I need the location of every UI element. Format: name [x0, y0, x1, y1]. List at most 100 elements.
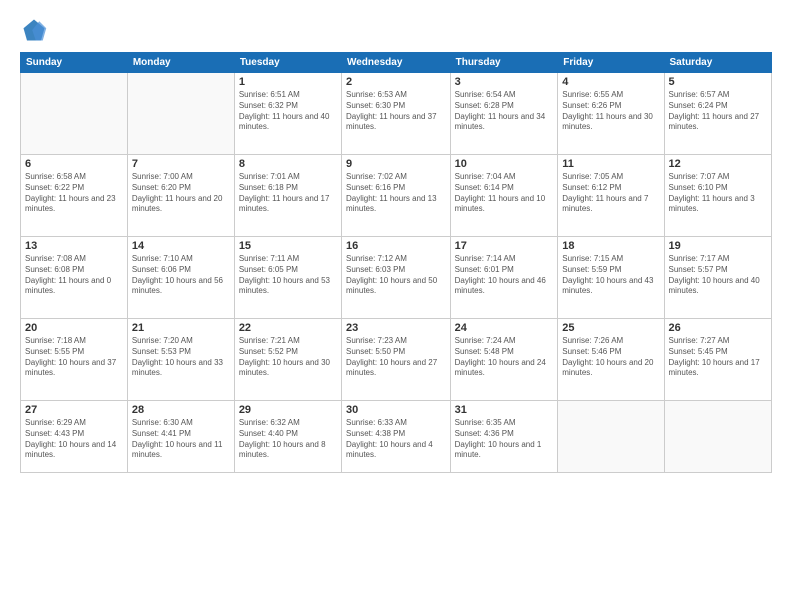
calendar-cell: 21Sunrise: 7:20 AM Sunset: 5:53 PM Dayli… — [127, 319, 234, 401]
weekday-header-wednesday: Wednesday — [341, 53, 450, 73]
day-info: Sunrise: 7:27 AM Sunset: 5:45 PM Dayligh… — [669, 336, 767, 379]
day-number: 26 — [669, 322, 767, 334]
day-number: 28 — [132, 404, 230, 416]
day-number: 12 — [669, 158, 767, 170]
day-info: Sunrise: 7:10 AM Sunset: 6:06 PM Dayligh… — [132, 254, 230, 297]
day-info: Sunrise: 6:33 AM Sunset: 4:38 PM Dayligh… — [346, 418, 446, 461]
calendar-cell: 15 Sunrise: 7:11 AM Sunset: 6:05 PM Dayli… — [234, 237, 341, 319]
day-info: Sunrise: 6:57 AM Sunset: 6:24 PM Dayligh… — [669, 90, 767, 133]
calendar-cell: 6 Sunrise: 6:58 AM Sunset: 6:22 PM Daylig… — [21, 155, 128, 237]
day-number: 17 — [455, 240, 554, 252]
day-number: 4 — [562, 76, 659, 88]
day-info: Sunrise: 6:30 AM Sunset: 4:41 PM Dayligh… — [132, 418, 230, 461]
day-number: 19 — [669, 240, 767, 252]
day-number: 2 — [346, 76, 446, 88]
day-info: Sunrise: 7:21 AM Sunset: 5:52 PM Dayligh… — [239, 336, 337, 379]
logo-icon — [20, 16, 48, 44]
weekday-header-monday: Monday — [127, 53, 234, 73]
calendar-cell: 30 Sunrise: 6:33 AM Sunset: 4:38 PM Dayli… — [341, 401, 450, 473]
day-info: Sunrise: 7:05 AM Sunset: 6:12 PM Dayligh… — [562, 172, 659, 215]
day-info: Sunrise: 7:17 AM Sunset: 5:57 PM Dayligh… — [669, 254, 767, 297]
day-info: Sunrise: 6:35 AM Sunset: 4:36 PM Dayligh… — [455, 418, 554, 461]
calendar-cell: 3Sunrise: 6:54 AM Sunset: 6:28 PM Daylig… — [450, 73, 558, 155]
day-number: 6 — [25, 158, 123, 170]
day-number: 16 — [346, 240, 446, 252]
day-number: 13 — [25, 240, 123, 252]
day-info: Sunrise: 7:14 AM Sunset: 6:01 PM Dayligh… — [455, 254, 554, 297]
week-row-5: 27 Sunrise: 6:29 AM Sunset: 4:43 PM Dayli… — [21, 401, 772, 473]
calendar-cell: 29 Sunrise: 6:32 AM Sunset: 4:40 PM Dayli… — [234, 401, 341, 473]
day-info: Sunrise: 6:32 AM Sunset: 4:40 PM Dayligh… — [239, 418, 337, 461]
day-number: 11 — [562, 158, 659, 170]
calendar-cell: 14 Sunrise: 7:10 AM Sunset: 6:06 PM Dayli… — [127, 237, 234, 319]
day-info: Sunrise: 7:00 AM Sunset: 6:20 PM Dayligh… — [132, 172, 230, 215]
calendar-cell: 9Sunrise: 7:02 AM Sunset: 6:16 PM Daylig… — [341, 155, 450, 237]
day-info: Sunrise: 6:51 AM Sunset: 6:32 PM Dayligh… — [239, 90, 337, 133]
day-number: 29 — [239, 404, 337, 416]
day-number: 22 — [239, 322, 337, 334]
calendar-cell: 11 Sunrise: 7:05 AM Sunset: 6:12 PM Dayli… — [558, 155, 664, 237]
calendar-cell: 2 Sunrise: 6:53 AM Sunset: 6:30 PM Daylig… — [341, 73, 450, 155]
weekday-header-row: SundayMondayTuesdayWednesdayThursdayFrid… — [21, 53, 772, 73]
week-row-1: 1 Sunrise: 6:51 AM Sunset: 6:32 PM Daylig… — [21, 73, 772, 155]
calendar-cell — [21, 73, 128, 155]
calendar-cell: 10Sunrise: 7:04 AM Sunset: 6:14 PM Dayli… — [450, 155, 558, 237]
header — [20, 16, 772, 44]
calendar-cell — [127, 73, 234, 155]
page: SundayMondayTuesdayWednesdayThursdayFrid… — [0, 0, 792, 612]
day-number: 18 — [562, 240, 659, 252]
day-info: Sunrise: 7:07 AM Sunset: 6:10 PM Dayligh… — [669, 172, 767, 215]
calendar-cell: 12 Sunrise: 7:07 AM Sunset: 6:10 PM Dayli… — [664, 155, 771, 237]
day-number: 23 — [346, 322, 446, 334]
calendar-cell: 20 Sunrise: 7:18 AM Sunset: 5:55 PM Dayli… — [21, 319, 128, 401]
day-info: Sunrise: 7:11 AM Sunset: 6:05 PM Dayligh… — [239, 254, 337, 297]
day-info: Sunrise: 7:02 AM Sunset: 6:16 PM Dayligh… — [346, 172, 446, 215]
day-info: Sunrise: 7:23 AM Sunset: 5:50 PM Dayligh… — [346, 336, 446, 379]
weekday-header-tuesday: Tuesday — [234, 53, 341, 73]
calendar-cell: 16Sunrise: 7:12 AM Sunset: 6:03 PM Dayli… — [341, 237, 450, 319]
calendar-cell: 19 Sunrise: 7:17 AM Sunset: 5:57 PM Dayli… — [664, 237, 771, 319]
weekday-header-saturday: Saturday — [664, 53, 771, 73]
calendar-cell: 31 Sunrise: 6:35 AM Sunset: 4:36 PM Dayli… — [450, 401, 558, 473]
day-info: Sunrise: 7:24 AM Sunset: 5:48 PM Dayligh… — [455, 336, 554, 379]
calendar-cell: 7Sunrise: 7:00 AM Sunset: 6:20 PM Daylig… — [127, 155, 234, 237]
week-row-2: 6 Sunrise: 6:58 AM Sunset: 6:22 PM Daylig… — [21, 155, 772, 237]
weekday-header-thursday: Thursday — [450, 53, 558, 73]
calendar-cell: 4Sunrise: 6:55 AM Sunset: 6:26 PM Daylig… — [558, 73, 664, 155]
day-number: 30 — [346, 404, 446, 416]
day-info: Sunrise: 7:04 AM Sunset: 6:14 PM Dayligh… — [455, 172, 554, 215]
calendar-cell: 25 Sunrise: 7:26 AM Sunset: 5:46 PM Dayli… — [558, 319, 664, 401]
day-info: Sunrise: 6:53 AM Sunset: 6:30 PM Dayligh… — [346, 90, 446, 133]
day-number: 20 — [25, 322, 123, 334]
week-row-4: 20 Sunrise: 7:18 AM Sunset: 5:55 PM Dayli… — [21, 319, 772, 401]
calendar-cell — [558, 401, 664, 473]
day-number: 21 — [132, 322, 230, 334]
day-number: 14 — [132, 240, 230, 252]
calendar-cell: 26 Sunrise: 7:27 AM Sunset: 5:45 PM Dayli… — [664, 319, 771, 401]
weekday-header-friday: Friday — [558, 53, 664, 73]
day-number: 3 — [455, 76, 554, 88]
day-number: 8 — [239, 158, 337, 170]
day-number: 15 — [239, 240, 337, 252]
day-number: 1 — [239, 76, 337, 88]
day-number: 5 — [669, 76, 767, 88]
calendar-cell: 13Sunrise: 7:08 AM Sunset: 6:08 PM Dayli… — [21, 237, 128, 319]
weekday-header-sunday: Sunday — [21, 53, 128, 73]
calendar-cell — [664, 401, 771, 473]
day-info: Sunrise: 7:15 AM Sunset: 5:59 PM Dayligh… — [562, 254, 659, 297]
day-info: Sunrise: 7:26 AM Sunset: 5:46 PM Dayligh… — [562, 336, 659, 379]
week-row-3: 13Sunrise: 7:08 AM Sunset: 6:08 PM Dayli… — [21, 237, 772, 319]
calendar-cell: 27 Sunrise: 6:29 AM Sunset: 4:43 PM Dayli… — [21, 401, 128, 473]
day-number: 27 — [25, 404, 123, 416]
calendar-cell: 8Sunrise: 7:01 AM Sunset: 6:18 PM Daylig… — [234, 155, 341, 237]
calendar-cell: 28 Sunrise: 6:30 AM Sunset: 4:41 PM Dayli… — [127, 401, 234, 473]
calendar: SundayMondayTuesdayWednesdayThursdayFrid… — [20, 52, 772, 473]
day-info: Sunrise: 7:18 AM Sunset: 5:55 PM Dayligh… — [25, 336, 123, 379]
calendar-cell: 18 Sunrise: 7:15 AM Sunset: 5:59 PM Dayli… — [558, 237, 664, 319]
calendar-cell: 5 Sunrise: 6:57 AM Sunset: 6:24 PM Daylig… — [664, 73, 771, 155]
day-info: Sunrise: 6:58 AM Sunset: 6:22 PM Dayligh… — [25, 172, 123, 215]
day-number: 31 — [455, 404, 554, 416]
day-number: 25 — [562, 322, 659, 334]
day-info: Sunrise: 6:29 AM Sunset: 4:43 PM Dayligh… — [25, 418, 123, 461]
logo — [20, 16, 52, 44]
